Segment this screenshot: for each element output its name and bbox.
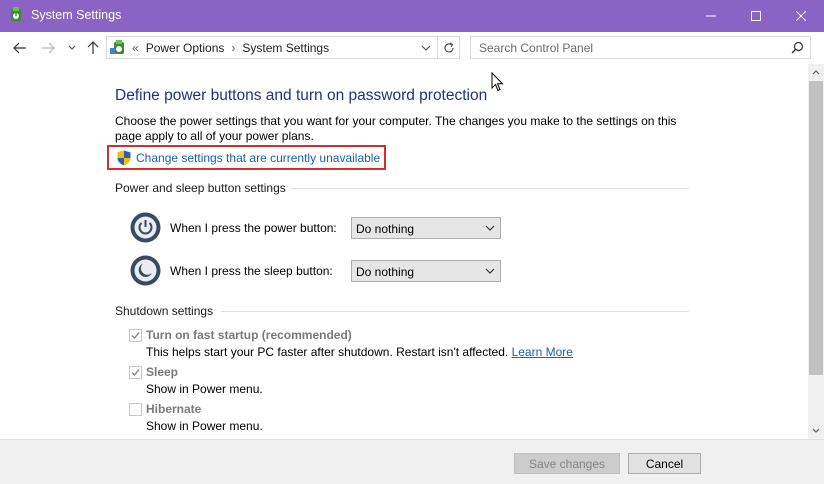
breadcrumb: « Power Options › System Settings	[132, 41, 329, 55]
search-box[interactable]: Search Control Panel	[470, 36, 811, 59]
fast-startup-desc-text: This helps start your PC faster after sh…	[146, 345, 509, 359]
control-panel-icon	[110, 40, 124, 54]
close-icon	[796, 11, 806, 21]
footer-bar: Save changes Cancel	[0, 439, 824, 484]
scroll-down-button[interactable]	[808, 423, 824, 439]
change-settings-link[interactable]: Change settings that are currently unava…	[136, 151, 380, 165]
shutdown-section-heading: Shutdown settings	[115, 304, 214, 318]
sleep-checkbox[interactable]	[129, 366, 142, 379]
chevron-down-icon	[68, 45, 76, 50]
forward-button[interactable]	[38, 38, 58, 58]
refresh-button[interactable]	[438, 36, 460, 59]
checkmark-icon	[131, 332, 140, 340]
power-button-value: Do nothing	[356, 222, 415, 236]
close-button[interactable]	[778, 0, 824, 32]
caret-down-icon	[812, 428, 820, 433]
breadcrumb-system-settings[interactable]: System Settings	[242, 41, 329, 55]
sleep-button-select[interactable]: Do nothing	[351, 260, 501, 282]
power-options-icon	[11, 7, 21, 21]
chevron-down-icon	[485, 268, 495, 274]
power-button-icon	[130, 212, 161, 243]
address-dropdown-icon[interactable]	[419, 41, 433, 55]
arrow-right-icon	[42, 42, 55, 54]
sleep-button-label: When I press the sleep button:	[170, 264, 333, 278]
minimize-icon	[706, 15, 716, 17]
hibernate-description: Show in Power menu.	[146, 419, 263, 433]
learn-more-link[interactable]: Learn More	[512, 345, 573, 359]
page-description: Choose the power settings that you want …	[115, 114, 677, 143]
fast-startup-checkbox[interactable]	[129, 329, 142, 342]
section-divider	[221, 311, 689, 312]
title-bar: System Settings	[0, 0, 824, 32]
scroll-up-button[interactable]	[808, 64, 824, 80]
sleep-button-value: Do nothing	[356, 265, 415, 279]
mouse-cursor-icon	[491, 72, 504, 92]
breadcrumb-separator[interactable]: ›	[231, 41, 235, 55]
hibernate-checkbox[interactable]	[129, 403, 142, 416]
save-changes-button[interactable]: Save changes	[514, 453, 620, 474]
fast-startup-description: This helps start your PC faster after sh…	[146, 345, 573, 359]
breadcrumb-power-options[interactable]: Power Options	[146, 41, 225, 55]
address-bar[interactable]: « Power Options › System Settings	[106, 36, 438, 59]
arrow-up-icon	[87, 41, 99, 54]
sleep-label: Sleep	[146, 365, 179, 379]
power-section-heading: Power and sleep button settings	[115, 181, 286, 195]
search-placeholder: Search Control Panel	[479, 41, 594, 55]
recent-locations-button[interactable]	[65, 38, 79, 58]
scroll-thumb[interactable]	[809, 81, 823, 375]
chevron-down-icon	[485, 225, 495, 231]
sleep-button-icon	[130, 255, 161, 286]
breadcrumb-overflow[interactable]: «	[132, 41, 139, 55]
fast-startup-label: Turn on fast startup (recommended)	[146, 328, 352, 342]
power-button-label: When I press the power button:	[170, 221, 337, 235]
section-divider	[291, 188, 689, 189]
window-title: System Settings	[31, 8, 122, 22]
up-button[interactable]	[84, 38, 102, 58]
minimize-button[interactable]	[688, 0, 734, 32]
refresh-icon	[443, 41, 454, 52]
arrow-left-icon	[13, 42, 26, 54]
checkmark-icon	[131, 369, 140, 377]
highlight-box: Change settings that are currently unava…	[107, 145, 386, 170]
cancel-button[interactable]: Cancel	[628, 453, 701, 474]
caret-up-icon	[812, 70, 820, 75]
page-title: Define power buttons and turn on passwor…	[115, 87, 488, 104]
search-icon[interactable]	[791, 41, 804, 54]
sleep-description: Show in Power menu.	[146, 382, 263, 396]
main-content: Define power buttons and turn on passwor…	[0, 64, 808, 439]
uac-shield-icon	[117, 150, 131, 166]
vertical-scrollbar[interactable]	[808, 64, 824, 439]
maximize-icon	[751, 11, 761, 21]
back-button[interactable]	[10, 38, 30, 58]
hibernate-label: Hibernate	[146, 402, 202, 416]
power-button-select[interactable]: Do nothing	[351, 217, 501, 239]
maximize-button[interactable]	[733, 0, 779, 32]
